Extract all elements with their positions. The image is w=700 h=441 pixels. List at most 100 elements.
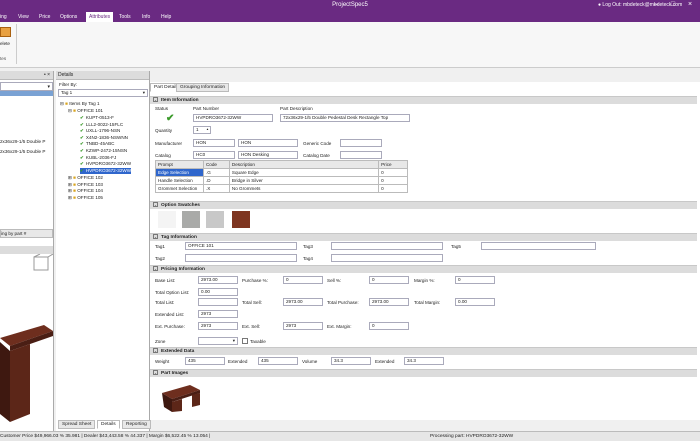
menu-item-info[interactable]: Info (142, 14, 150, 20)
section-option-swatches[interactable]: - Option Swatches (150, 201, 697, 209)
taxable-checkbox[interactable] (242, 338, 248, 344)
ext-sell-field[interactable]: 2973 (283, 322, 323, 330)
margin-pct-stepper[interactable]: 0 (455, 276, 495, 284)
menu-item-options[interactable]: Options (60, 14, 77, 20)
tag1-field[interactable]: OFFICE 101 (185, 242, 297, 250)
menu-item-attributes[interactable]: Attributes (86, 12, 114, 22)
extended-list-label: Extended List: (155, 312, 185, 317)
catalog-name-field[interactable]: HON Desking (238, 151, 298, 159)
part-description-field[interactable]: 72x36x29-1/5 Double Pedestal Desk Rectan… (280, 114, 410, 122)
catalog-code-field[interactable]: HC0 (193, 151, 235, 159)
tree-office-item[interactable]: ⊞ ■ OFFICE 102 (68, 175, 103, 181)
zone-label: Zone (155, 339, 166, 344)
left-tree-item[interactable]: 2x36x29-1/5 Double P (0, 149, 45, 154)
tree-office-item[interactable]: ⊞ ■ OFFICE 104 (68, 188, 103, 194)
tab-spread-sheet[interactable]: Spread Sheet (58, 420, 96, 429)
extended-weight-field[interactable]: 435 (258, 357, 298, 365)
menu-item-help[interactable]: Help (161, 14, 171, 20)
generic-code-field[interactable] (340, 139, 382, 147)
tag4-field[interactable] (331, 254, 443, 262)
total-margin-field[interactable]: 0.00 (455, 298, 495, 306)
manufacturer-code-field[interactable]: HON (193, 139, 235, 147)
volume-field[interactable]: 34.3 (331, 357, 371, 365)
delete-button[interactable]: elete (0, 25, 14, 55)
status-check-icon: ✔ (166, 113, 175, 124)
3d-viewer[interactable] (0, 253, 54, 430)
ext-margin-field[interactable]: 0 (369, 322, 409, 330)
filter-by-select[interactable]: Tag 1 ▾ (58, 89, 148, 97)
ext-purchase-field[interactable]: 2973 (198, 322, 238, 330)
tag3-field[interactable] (331, 242, 443, 250)
tree-part-item[interactable]: ✔ TNBD-45ABC (80, 141, 114, 147)
tree-part-item[interactable]: ✔ HVPDRO3672-32WW (80, 161, 131, 167)
tab-grouping-information[interactable]: Grouping Information (176, 83, 230, 92)
close-icon[interactable]: × (684, 1, 696, 8)
section-item-information[interactable]: - Item Information (150, 96, 697, 104)
tree-office-item[interactable]: ⊞ ■ OFFICE 105 (68, 195, 103, 201)
tree-part-item[interactable]: ✔ LLL2-0022-15FLC (80, 122, 123, 128)
quantity-stepper[interactable]: 1 ▲▼ (193, 126, 211, 134)
tag2-field[interactable] (185, 254, 297, 262)
part-number-field[interactable]: HVPDRO3672-32WW (193, 114, 273, 122)
tree-part-item[interactable]: ✔ HVPDRO3672-32WW (80, 167, 132, 174)
table-cell: 0 (378, 176, 408, 185)
section-tag-information[interactable]: - Tag Information (150, 233, 697, 241)
catalog-date-field[interactable] (340, 151, 382, 159)
table-cell: .D (202, 176, 230, 185)
menu-item-price[interactable]: Price (39, 14, 50, 20)
left-panel-filter[interactable]: ▾ (0, 82, 53, 91)
manufacturer-name-field[interactable]: HON (238, 139, 298, 147)
table-row[interactable]: Handle Selection .D Bridge in Silver 0 (155, 176, 408, 185)
tree-part-item[interactable]: ✔ UXLL-1796-NSN (80, 128, 120, 134)
manufacturer-label: Manufacturer (155, 141, 183, 146)
part-number-label: Part Number (193, 106, 220, 111)
swatch-2[interactable] (206, 211, 224, 228)
tree-part-label: X4N2-1836-NSWNN (85, 134, 128, 140)
tree-office-item[interactable]: ⊞ ■ OFFICE 103 (68, 182, 103, 188)
total-option-list-field[interactable]: 0.00 (198, 288, 238, 296)
group-by-bar[interactable]: ing by part # (0, 229, 53, 238)
section-pricing-information[interactable]: - Pricing Information (150, 265, 697, 273)
part-image-desk[interactable] (160, 381, 202, 413)
tree-office-101[interactable]: ⊟ ■ OFFICE 101 (68, 108, 103, 114)
tree-part-item[interactable]: ✔ KUBL-2036-FJ (80, 155, 116, 161)
extended-volume-field[interactable]: 34.3 (404, 357, 444, 365)
total-list-field[interactable] (198, 298, 238, 306)
collapse-icon: - (153, 348, 158, 354)
base-list-field[interactable]: 2973.00 (198, 276, 238, 284)
tab-reporting[interactable]: Reporting (122, 420, 151, 429)
section-part-images[interactable]: - Part Images (150, 369, 697, 377)
left-tree-item[interactable]: 2x36x29-1/5 Double P (0, 139, 45, 144)
tree-part-item[interactable]: ✔ KUPT-0513-F (80, 115, 114, 121)
table-row[interactable]: Edge Selection .G Square Edge 0 (155, 168, 408, 177)
tag5-field[interactable] (481, 242, 596, 250)
pin-icon[interactable]: • × (44, 71, 50, 80)
sell-pct-stepper[interactable]: 0 (369, 276, 409, 284)
menu-item-ing[interactable]: ing (0, 14, 7, 20)
check-icon: ✔ (80, 148, 84, 153)
tag4-label: Tag4 (303, 256, 313, 261)
tree-root[interactable]: ⊟ ■ Items By Tag 1 (60, 101, 100, 107)
tree-part-item[interactable]: ✔ X4N2-1836-NSWNN (80, 135, 128, 141)
maximize-icon[interactable]: □ (667, 1, 679, 8)
table-row[interactable]: Grommet Selection .X No Grommets 0 (155, 184, 408, 193)
swatch-3[interactable] (232, 211, 250, 228)
menu-item-view[interactable]: View (18, 14, 29, 20)
ext-purchase-label: Ext. Purchase: (155, 324, 185, 329)
swatch-1[interactable] (182, 211, 200, 228)
total-purchase-field[interactable]: 2973.00 (369, 298, 409, 306)
section-extended-data[interactable]: - Extended Data (150, 347, 697, 355)
purchase-pct-stepper[interactable]: 0 (283, 276, 323, 284)
status-bar: Customer Price $49,966.03 % 35.981 | Dea… (0, 431, 700, 441)
swatch-0[interactable] (158, 211, 176, 228)
total-sell-field[interactable]: 2973.00 (283, 298, 323, 306)
tree-office-label: OFFICE 105 (77, 194, 103, 200)
filter-by-value: Tag 1 (61, 90, 73, 95)
weight-field[interactable]: 435 (185, 357, 225, 365)
zone-select[interactable]: ▾ (198, 337, 238, 345)
tree-part-item[interactable]: ✔ KZWP-2472-15NSN (80, 148, 127, 154)
tab-details-bottom[interactable]: Details (97, 420, 120, 429)
minimize-icon[interactable]: – (650, 1, 662, 8)
extended-list-field[interactable]: 2973 (198, 310, 238, 318)
menu-item-tools[interactable]: Tools (119, 14, 131, 20)
